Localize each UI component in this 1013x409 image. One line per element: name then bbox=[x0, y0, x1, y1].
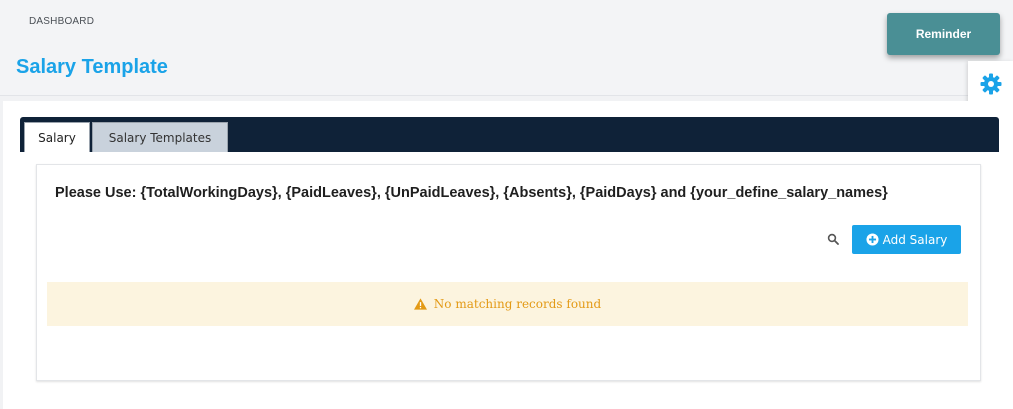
salary-panel: Please Use: {TotalWorkingDays}, {PaidLea… bbox=[36, 164, 981, 381]
warning-icon bbox=[413, 298, 427, 310]
page-header: DASHBOARD Salary Template bbox=[0, 0, 1013, 96]
add-salary-label: Add Salary bbox=[882, 232, 948, 247]
tab-salary[interactable]: Salary bbox=[24, 122, 90, 152]
search-icon[interactable] bbox=[827, 233, 839, 245]
reminder-button[interactable]: Reminder bbox=[887, 13, 1000, 55]
content-area: Salary Salary Templates Please Use: {Tot… bbox=[3, 101, 1013, 409]
empty-state-row: No matching records found bbox=[47, 282, 968, 326]
gear-icon bbox=[980, 73, 1001, 94]
empty-state-message: No matching records found bbox=[433, 297, 602, 311]
add-salary-button[interactable]: Add Salary bbox=[852, 225, 961, 254]
plus-circle-icon bbox=[866, 233, 879, 246]
breadcrumb[interactable]: DASHBOARD bbox=[29, 16, 94, 27]
tab-bar: Salary Salary Templates bbox=[20, 117, 999, 152]
tab-salary-templates[interactable]: Salary Templates bbox=[92, 122, 228, 152]
placeholder-hint: Please Use: {TotalWorkingDays}, {PaidLea… bbox=[55, 185, 888, 201]
page-title: Salary Template bbox=[16, 56, 168, 78]
settings-toggle[interactable] bbox=[968, 61, 1013, 106]
